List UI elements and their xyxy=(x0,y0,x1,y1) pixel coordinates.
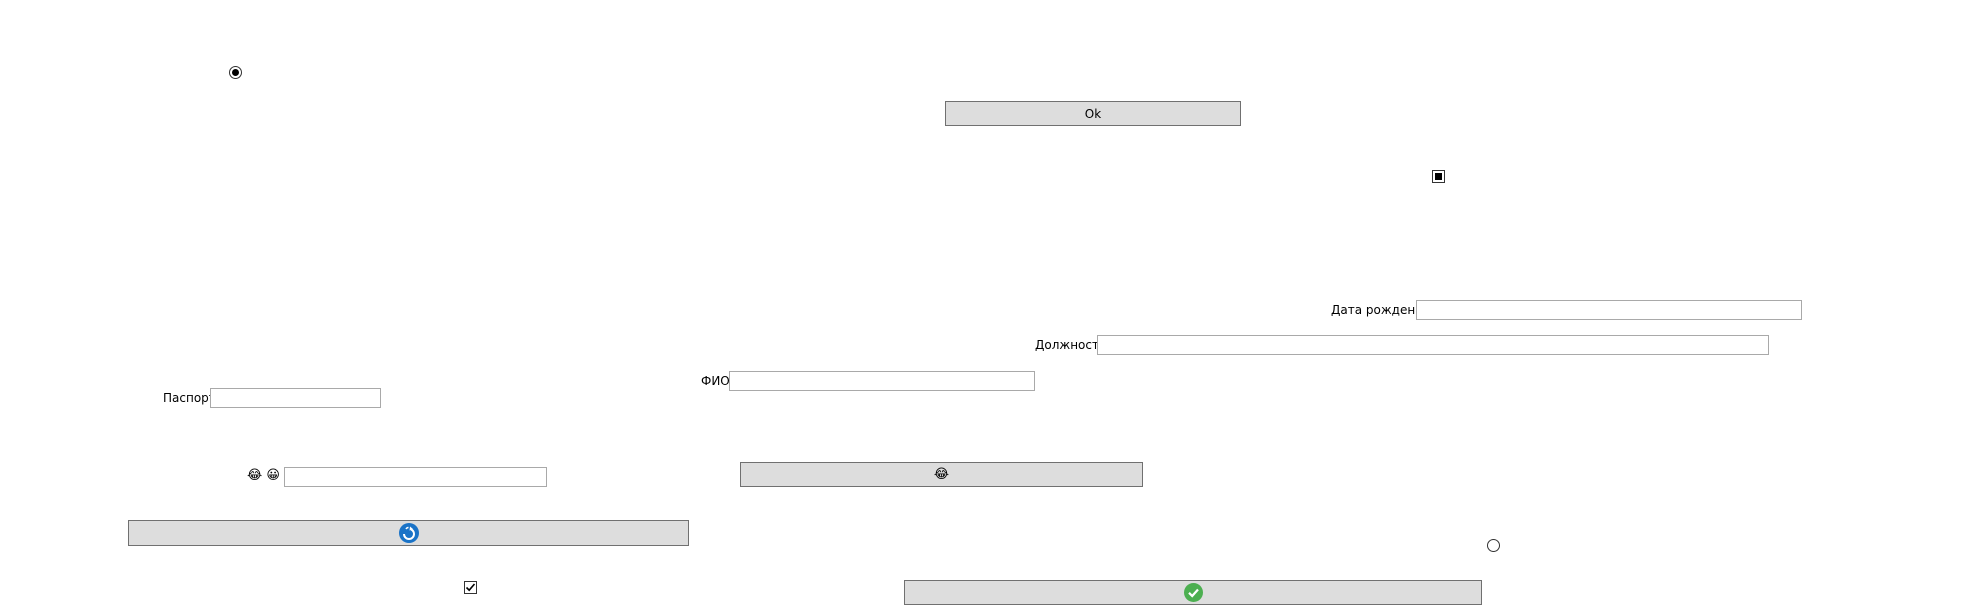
position-label: Должность xyxy=(1035,338,1107,352)
check-circle-icon xyxy=(1183,583,1203,602)
emoji-a: 😂 xyxy=(247,468,263,483)
emoji-button[interactable]: 😂 xyxy=(740,462,1143,487)
emoji-label: 😂 😀 xyxy=(247,469,280,483)
fio-label: ФИО xyxy=(701,374,730,388)
radio-option-bottom[interactable] xyxy=(1487,539,1500,552)
radio-dot xyxy=(232,69,239,76)
ok-button[interactable]: Ok xyxy=(945,101,1241,126)
checkbox-checked[interactable] xyxy=(464,581,477,594)
emoji-button-label: 😂 xyxy=(933,467,950,482)
checkbox-fill xyxy=(1435,173,1442,180)
emoji-b: 😀 xyxy=(266,468,280,483)
ok-button-label: Ok xyxy=(1084,106,1102,121)
confirm-button[interactable] xyxy=(904,580,1482,605)
fio-input[interactable] xyxy=(729,371,1035,391)
birthdate-input[interactable] xyxy=(1416,300,1802,320)
checkbox-indeterminate[interactable] xyxy=(1432,170,1445,183)
refresh-icon xyxy=(398,523,419,543)
refresh-button[interactable] xyxy=(128,520,689,546)
position-input[interactable] xyxy=(1097,335,1769,355)
radio-option-top[interactable] xyxy=(229,66,242,79)
passport-label: Паспорт xyxy=(163,391,216,405)
emoji-input[interactable] xyxy=(284,467,547,487)
passport-input[interactable] xyxy=(210,388,381,408)
checkmark-icon xyxy=(465,583,476,592)
